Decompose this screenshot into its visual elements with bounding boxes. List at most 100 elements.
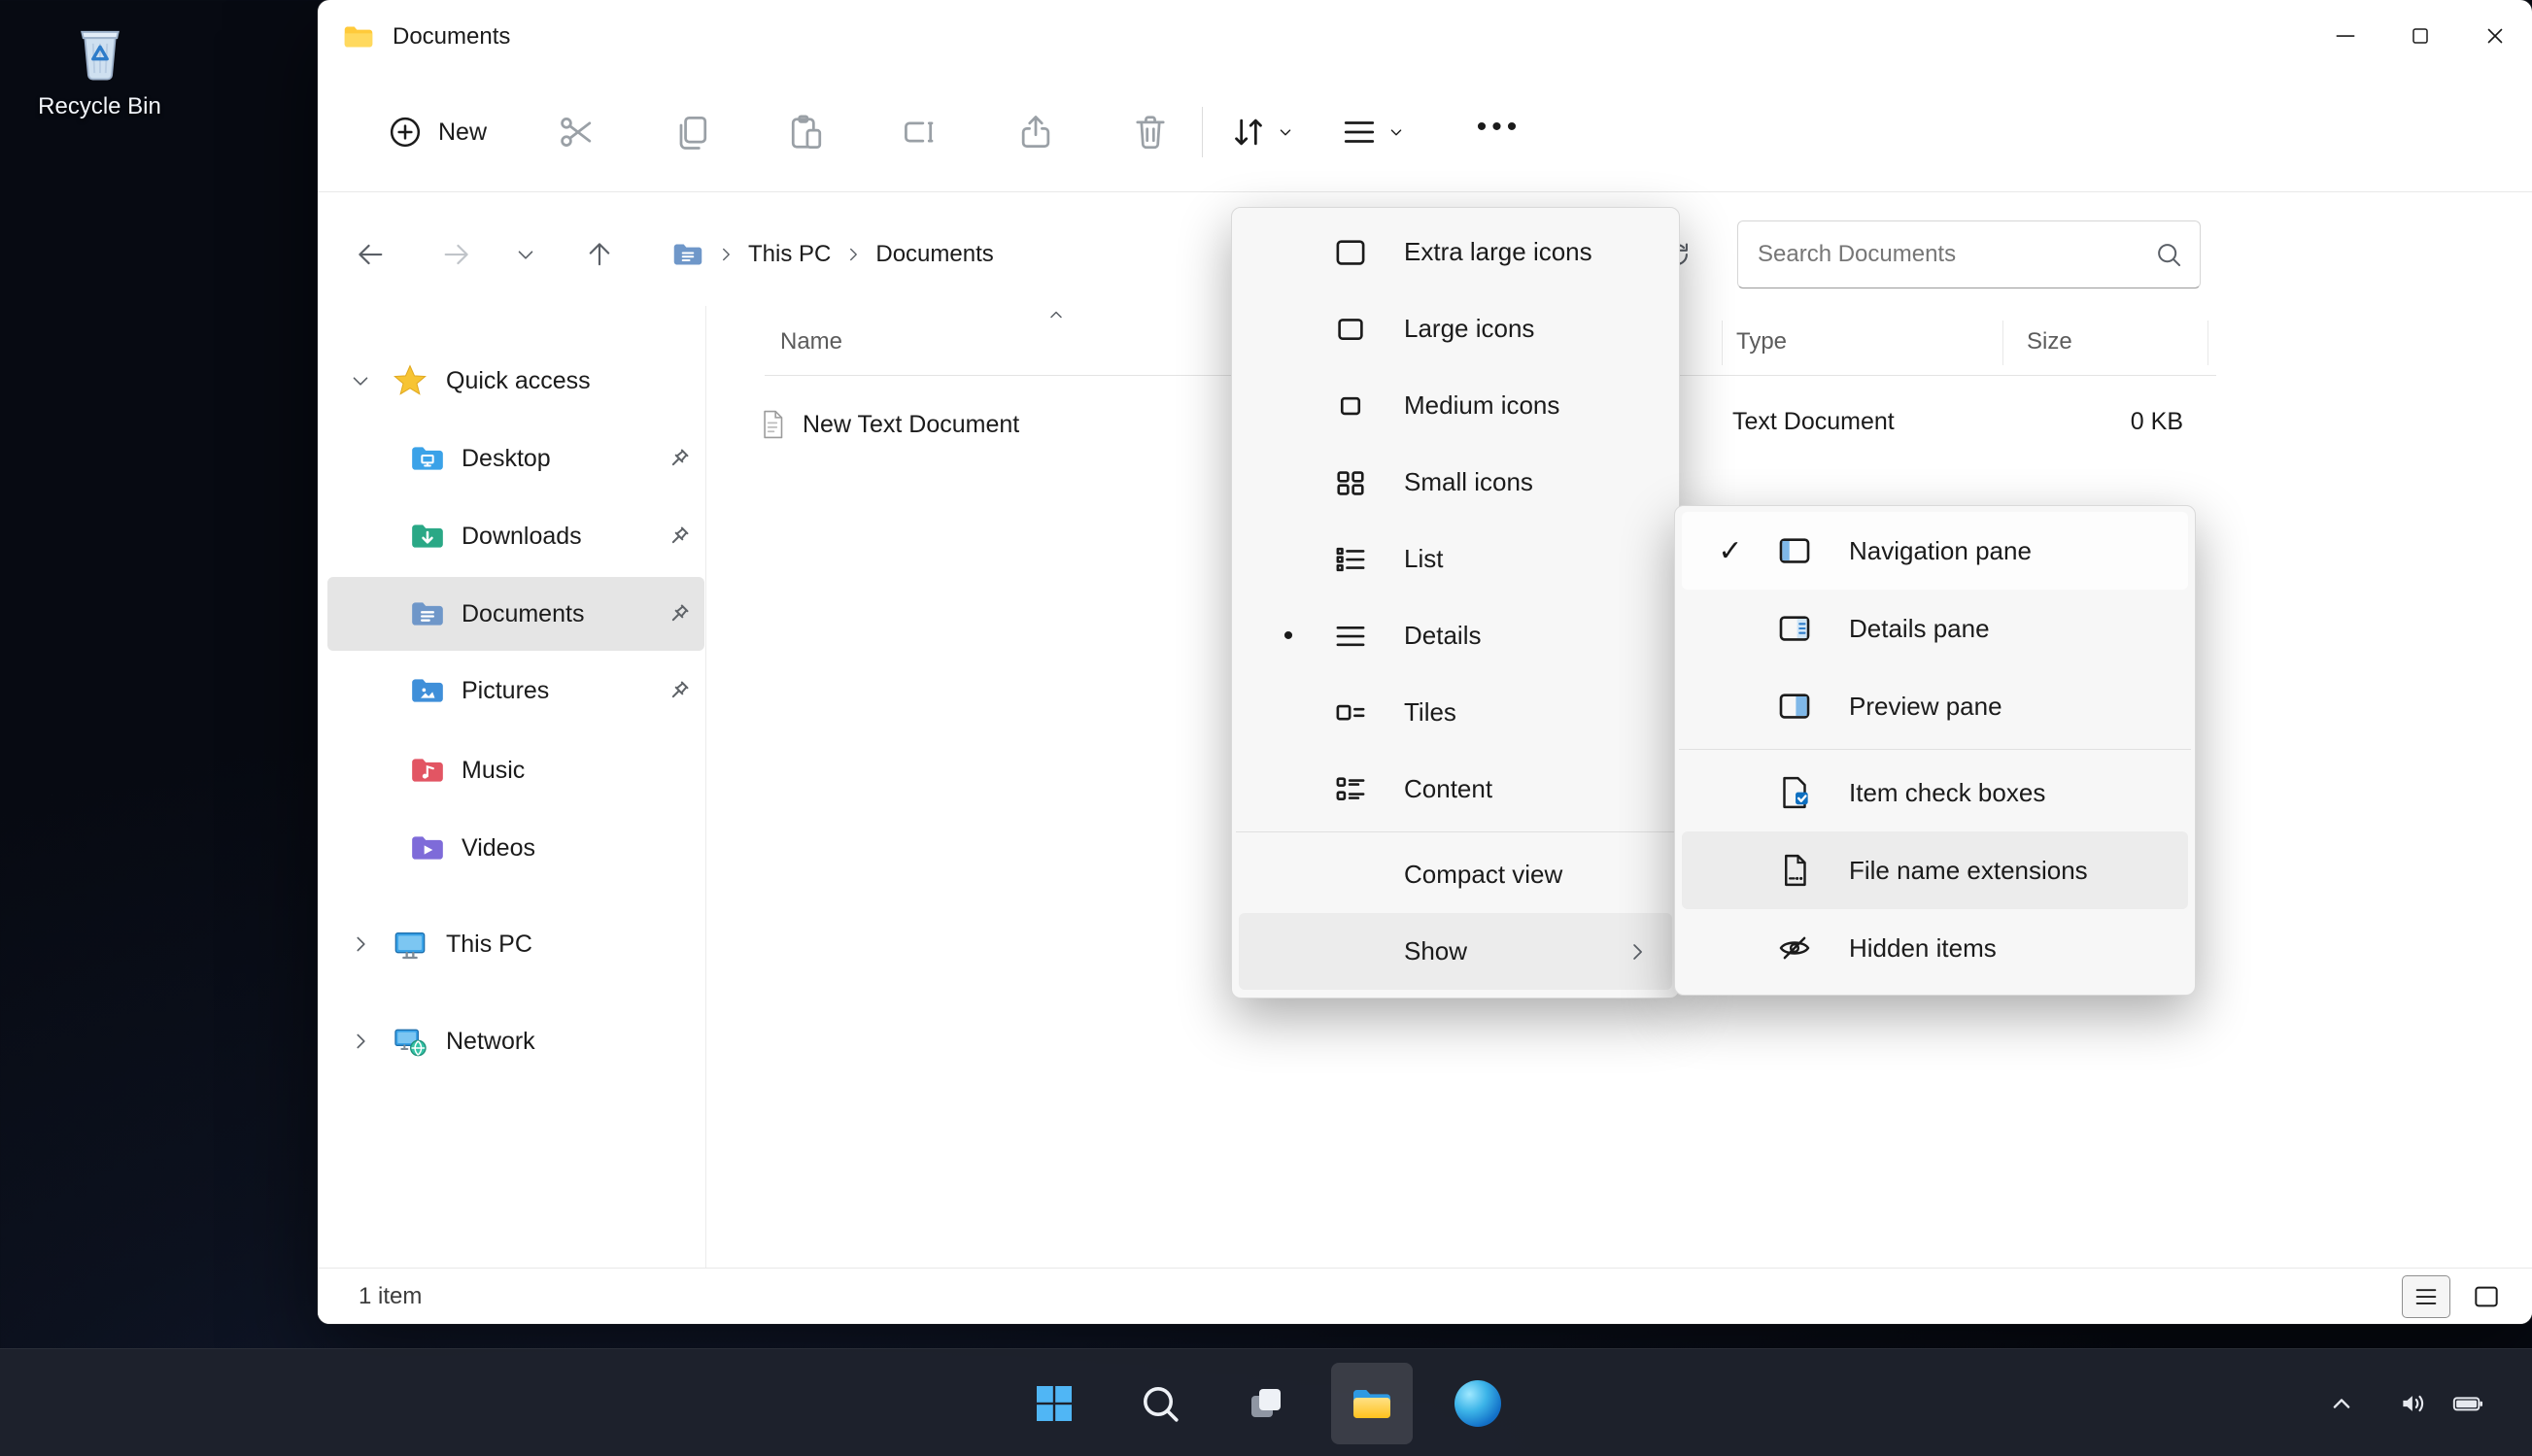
sidebar-item-downloads[interactable]: Downloads <box>327 499 704 573</box>
breadcrumb-this-pc[interactable]: This PC <box>736 241 842 268</box>
pin-icon <box>671 604 689 622</box>
more-options-button[interactable]: ••• <box>1469 102 1529 162</box>
recycle-bin-desktop-icon[interactable]: Recycle Bin <box>19 17 180 120</box>
preview-pane-icon <box>1779 694 1810 719</box>
volume-icon[interactable] <box>2392 1382 2435 1425</box>
menu-separator <box>1679 749 2191 750</box>
navigation-pane-icon <box>1779 538 1810 563</box>
sidebar-item-pictures[interactable]: Pictures <box>327 654 704 728</box>
thumbnail-view-toggle[interactable] <box>2462 1275 2511 1318</box>
sidebar-item-videos[interactable]: Videos <box>327 811 704 885</box>
submenu-item-hidden-items[interactable]: Hidden items <box>1682 909 2188 987</box>
details-pane-icon <box>1779 616 1810 641</box>
battery-icon[interactable] <box>2446 1382 2489 1425</box>
cut-button[interactable] <box>547 102 607 162</box>
sidebar-item-documents[interactable]: Documents <box>327 577 704 651</box>
sidebar-item-quick-access[interactable]: Quick access <box>327 344 704 418</box>
windows-logo-icon <box>1037 1385 1072 1421</box>
menu-item-large-icons[interactable]: Large icons <box>1239 290 1672 367</box>
this-pc-icon <box>394 931 426 960</box>
menu-item-extra-large-icons[interactable]: Extra large icons <box>1239 214 1672 290</box>
paste-icon <box>791 115 822 149</box>
menu-item-tiles[interactable]: Tiles <box>1239 674 1672 751</box>
ellipsis-icon: ••• <box>1476 111 1523 143</box>
titlebar[interactable]: Documents <box>318 0 2532 73</box>
show-submenu: ✓ Navigation pane Details pane Preview p… <box>1674 505 2196 996</box>
maximize-button[interactable] <box>2382 0 2457 72</box>
network-icon <box>394 1029 427 1057</box>
submenu-item-preview-pane[interactable]: Preview pane <box>1682 667 2188 745</box>
column-header-size[interactable]: Size <box>2027 321 2072 363</box>
forward-button[interactable] <box>428 226 485 283</box>
sidebar-item-network[interactable]: Network <box>327 1004 704 1078</box>
list-view-icon <box>1336 547 1365 571</box>
small-icons-icon <box>1337 470 1364 495</box>
sidebar-item-desktop[interactable]: Desktop <box>327 422 704 495</box>
column-separator[interactable] <box>1722 321 1723 365</box>
chevron-down-icon <box>1390 129 1402 136</box>
pin-icon <box>671 681 689 698</box>
taskbar-search-button[interactable] <box>1119 1363 1201 1444</box>
search-input[interactable] <box>1738 241 2153 268</box>
up-button[interactable] <box>571 226 628 283</box>
sidebar-item-label: Videos <box>462 833 535 862</box>
menu-item-content[interactable]: Content <box>1239 751 1672 828</box>
tray-chevron-up-icon[interactable] <box>2320 1382 2363 1425</box>
task-view-button[interactable] <box>1225 1363 1307 1444</box>
delete-button[interactable] <box>1120 102 1180 162</box>
this-pc-label: This PC <box>446 930 532 958</box>
checkmark-icon: ✓ <box>1718 534 1743 567</box>
submenu-item-details-pane[interactable]: Details pane <box>1682 590 2188 667</box>
menu-item-show[interactable]: Show <box>1239 913 1672 990</box>
chevron-right-icon[interactable] <box>348 1029 373 1054</box>
sort-ascending-indicator <box>1044 303 1068 326</box>
chevron-down-icon[interactable] <box>348 368 373 393</box>
menu-item-compact-view[interactable]: Compact view <box>1239 836 1672 913</box>
details-view-toggle[interactable] <box>2402 1274 2450 1318</box>
breadcrumb-documents[interactable]: Documents <box>864 241 1005 268</box>
sidebar-item-this-pc[interactable]: This PC <box>327 907 704 981</box>
submenu-item-navigation-pane[interactable]: ✓ Navigation pane <box>1682 512 2188 590</box>
taskbar-file-explorer-button[interactable] <box>1331 1362 1413 1444</box>
back-button[interactable] <box>342 226 398 283</box>
thumbnail-view-icon <box>2475 1286 2498 1306</box>
view-button[interactable] <box>1335 102 1407 162</box>
plus-circle-icon <box>390 117 421 148</box>
rename-button[interactable] <box>891 102 951 162</box>
start-button[interactable] <box>1013 1363 1095 1444</box>
new-button[interactable]: New <box>366 102 512 162</box>
new-button-label: New <box>438 118 488 146</box>
search-icon <box>2158 244 2181 267</box>
medium-icons-icon <box>1340 396 1361 415</box>
column-header-name[interactable]: Name <box>780 321 842 363</box>
close-button[interactable] <box>2457 0 2532 72</box>
paste-button[interactable] <box>776 102 837 162</box>
extra-large-icons-icon <box>1336 239 1365 265</box>
sidebar-item-music[interactable]: Music <box>327 733 704 807</box>
toolbar-separator <box>1202 107 1204 157</box>
videos-folder-icon <box>412 836 443 860</box>
column-header-type[interactable]: Type <box>1736 321 1787 363</box>
pin-icon <box>671 449 689 466</box>
window-folder-icon <box>344 26 373 47</box>
submenu-item-item-check-boxes[interactable]: Item check boxes <box>1682 754 2188 831</box>
menu-item-medium-icons[interactable]: Medium icons <box>1239 367 1672 444</box>
chevron-right-icon[interactable] <box>348 931 373 957</box>
column-separator[interactable] <box>2002 321 2003 365</box>
share-button[interactable] <box>1006 102 1066 162</box>
file-type: Text Document <box>1732 408 1895 435</box>
sidebar-divider <box>705 306 706 1268</box>
menu-item-small-icons[interactable]: Small icons <box>1239 444 1672 521</box>
sort-button[interactable] <box>1224 102 1296 162</box>
minimize-button[interactable] <box>2308 0 2382 72</box>
menu-item-details[interactable]: • Details <box>1239 597 1672 674</box>
submenu-item-file-name-extensions[interactable]: File name extensions <box>1682 831 2188 909</box>
copy-button[interactable] <box>662 102 722 162</box>
speaker-icon <box>2403 1395 2424 1411</box>
content-view-icon <box>1336 776 1365 800</box>
menu-item-list[interactable]: List <box>1239 521 1672 597</box>
edge-browser-button[interactable] <box>1437 1363 1519 1444</box>
view-options-icon <box>1344 121 1375 143</box>
recent-locations-button[interactable] <box>500 226 551 283</box>
column-separator[interactable] <box>2207 321 2208 365</box>
